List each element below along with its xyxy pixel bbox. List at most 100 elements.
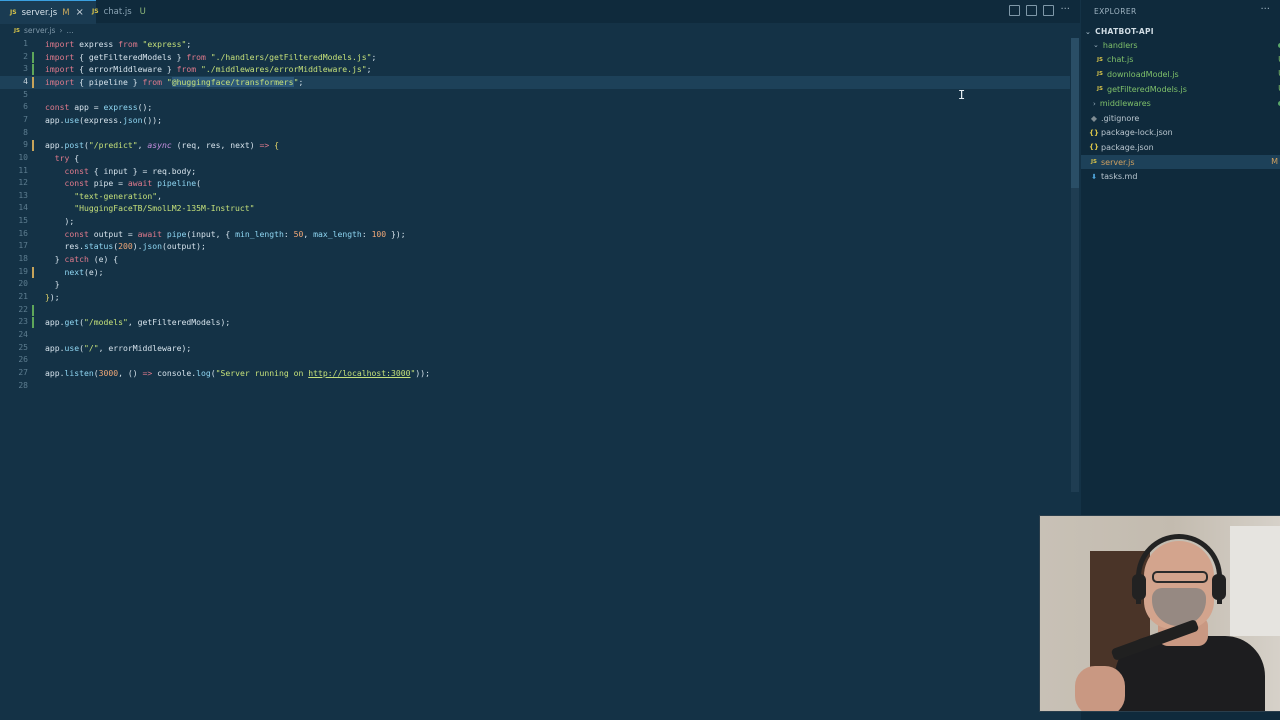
- tab-chat-js[interactable]: JS chat.js U: [92, 0, 152, 23]
- git-modified-marker: [32, 76, 34, 88]
- code-line: 19 next(e);: [0, 266, 1070, 279]
- tree-item-label: package.json: [1101, 142, 1154, 152]
- preview-icon[interactable]: [1009, 5, 1021, 16]
- code-text: res.status(200).json(output);: [45, 241, 206, 252]
- tree-file-server-js[interactable]: JS server.js M: [1081, 154, 1280, 170]
- code-text: app.use(express.json());: [45, 114, 162, 125]
- project-name: CHATBOT-API: [1095, 27, 1154, 36]
- text-cursor-icon: I: [958, 88, 966, 102]
- tree-folder-middlewares[interactable]: › middlewares: [1081, 96, 1280, 111]
- chevron-down-icon: ⌄: [1085, 27, 1092, 36]
- split-editor-icon[interactable]: [1043, 5, 1055, 16]
- code-line: 22: [0, 304, 1070, 317]
- code-line: 14 "HuggingFaceTB/SmolLM2-135M-Instruct": [0, 202, 1070, 215]
- code-line: 28: [0, 380, 1070, 393]
- code-text: const output = await pipe(input, { min_l…: [64, 228, 406, 239]
- line-number: 28: [18, 380, 28, 390]
- line-number: 4: [23, 76, 28, 86]
- code-text: }: [45, 279, 60, 290]
- code-line: 27 app.listen(3000, () => console.log("S…: [0, 367, 1070, 380]
- person-hand: [1075, 666, 1125, 711]
- code-text: const pipe = await pipeline(: [64, 178, 201, 189]
- code-text: next(e);: [64, 266, 104, 277]
- json-file-icon: {}: [1089, 128, 1099, 137]
- line-number: 26: [18, 355, 28, 365]
- line-number: 10: [18, 152, 28, 162]
- code-text: app.get("/models", getFilteredModels);: [45, 317, 231, 328]
- code-text: );: [45, 216, 75, 227]
- git-added-marker: [32, 51, 34, 63]
- line-number: 17: [18, 241, 28, 251]
- tab-label: server.js: [21, 7, 58, 18]
- git-modified-marker: [32, 140, 34, 152]
- code-text: import { getFilteredModels } from "./han…: [45, 51, 377, 62]
- tab-label: chat.js: [103, 6, 132, 17]
- code-line: 10 try {: [0, 152, 1070, 165]
- tree-file-getfilteredmodels-js[interactable]: JS getFilteredModels.js U: [1081, 82, 1280, 97]
- scrollbar-thumb[interactable]: [1071, 38, 1079, 188]
- untracked-flag: U: [139, 6, 146, 17]
- tab-server-js[interactable]: JS server.js M ×: [0, 0, 96, 24]
- line-number: 11: [18, 165, 28, 175]
- editor-actions: ···: [1009, 5, 1070, 16]
- editor-scrollbar[interactable]: [1071, 38, 1079, 492]
- code-text: const { input } = req.body;: [64, 165, 197, 176]
- tree-file-chat-js[interactable]: JS chat.js U: [1081, 53, 1280, 68]
- code-line: 5: [0, 89, 1070, 102]
- code-line-current: 4 import { pipeline } from "@huggingface…: [0, 75, 1070, 89]
- close-icon[interactable]: ×: [76, 7, 84, 18]
- code-line: 7 app.use(express.json());: [0, 114, 1070, 127]
- code-line: 25 app.use("/", errorMiddleware);: [0, 342, 1070, 355]
- code-text: try {: [54, 152, 80, 163]
- line-number: 9: [23, 140, 28, 150]
- code-text: app.listen(3000, () => console.log("Serv…: [45, 367, 431, 378]
- line-number: 25: [18, 342, 28, 352]
- compare-icon[interactable]: [1026, 5, 1038, 16]
- modified-flag: M: [1271, 156, 1278, 166]
- line-number: 5: [23, 89, 28, 99]
- more-actions-icon[interactable]: ···: [1060, 5, 1070, 16]
- js-file-icon: JS: [1096, 71, 1103, 78]
- project-folder[interactable]: ⌄ CHATBOT-API: [1085, 25, 1154, 38]
- tree-item-label: middlewares: [1099, 99, 1151, 109]
- git-added-marker: [32, 304, 34, 316]
- code-line: 18 } catch (e) {: [0, 253, 1070, 266]
- git-added-marker: [32, 64, 34, 76]
- code-line: 13 "text-generation",: [0, 190, 1070, 203]
- tree-file-downloadmodel-js[interactable]: JS downloadModel.js U: [1081, 67, 1280, 82]
- more-actions-icon[interactable]: ···: [1260, 4, 1270, 15]
- line-number: 16: [18, 228, 28, 238]
- editor-tab-bar: JS server.js M × JS chat.js U ···: [0, 0, 1080, 24]
- code-text: app.use("/", errorMiddleware);: [45, 342, 192, 353]
- tree-item-label: package-lock.json: [1101, 128, 1173, 138]
- breadcrumb-more[interactable]: ...: [66, 26, 73, 35]
- code-line: 26: [0, 354, 1070, 367]
- js-file-icon: JS: [1096, 86, 1103, 93]
- markdown-file-icon: ⬇: [1091, 172, 1097, 181]
- tree-file-package-lock-json[interactable]: {} package-lock.json: [1081, 126, 1280, 141]
- modified-flag: M: [62, 7, 70, 18]
- tree-file-package-json[interactable]: {} package.json: [1081, 140, 1280, 155]
- code-text: });: [45, 292, 60, 302]
- code-line: 12 const pipe = await pipeline(: [0, 177, 1070, 190]
- code-line: 21 });: [0, 291, 1070, 304]
- code-text: "text-generation",: [74, 190, 162, 201]
- tree-file-tasks-md[interactable]: ⬇ tasks.md: [1081, 169, 1280, 184]
- window-light: [1230, 526, 1280, 636]
- webcam-overlay: [1039, 515, 1280, 712]
- code-text: import { pipeline } from "@huggingface/t…: [45, 76, 304, 87]
- breadcrumb-file[interactable]: server.js: [24, 26, 55, 35]
- tree-folder-handlers[interactable]: ⌄ handlers: [1081, 38, 1280, 53]
- line-number: 2: [23, 51, 28, 61]
- line-number: 22: [18, 304, 28, 314]
- tree-item-label: .gitignore: [1101, 113, 1140, 123]
- line-number: 8: [23, 127, 28, 137]
- code-editor[interactable]: 1 import express from "express"; 2 impor…: [0, 38, 1070, 718]
- code-line: 17 res.status(200).json(output);: [0, 240, 1070, 253]
- code-line: 23 app.get("/models", getFilteredModels)…: [0, 316, 1070, 329]
- tree-file-gitignore[interactable]: ◆ .gitignore: [1081, 111, 1280, 126]
- line-number: 3: [23, 64, 28, 74]
- line-number: 13: [18, 190, 28, 200]
- git-added-marker: [32, 317, 34, 329]
- breadcrumb-separator: ›: [59, 26, 63, 35]
